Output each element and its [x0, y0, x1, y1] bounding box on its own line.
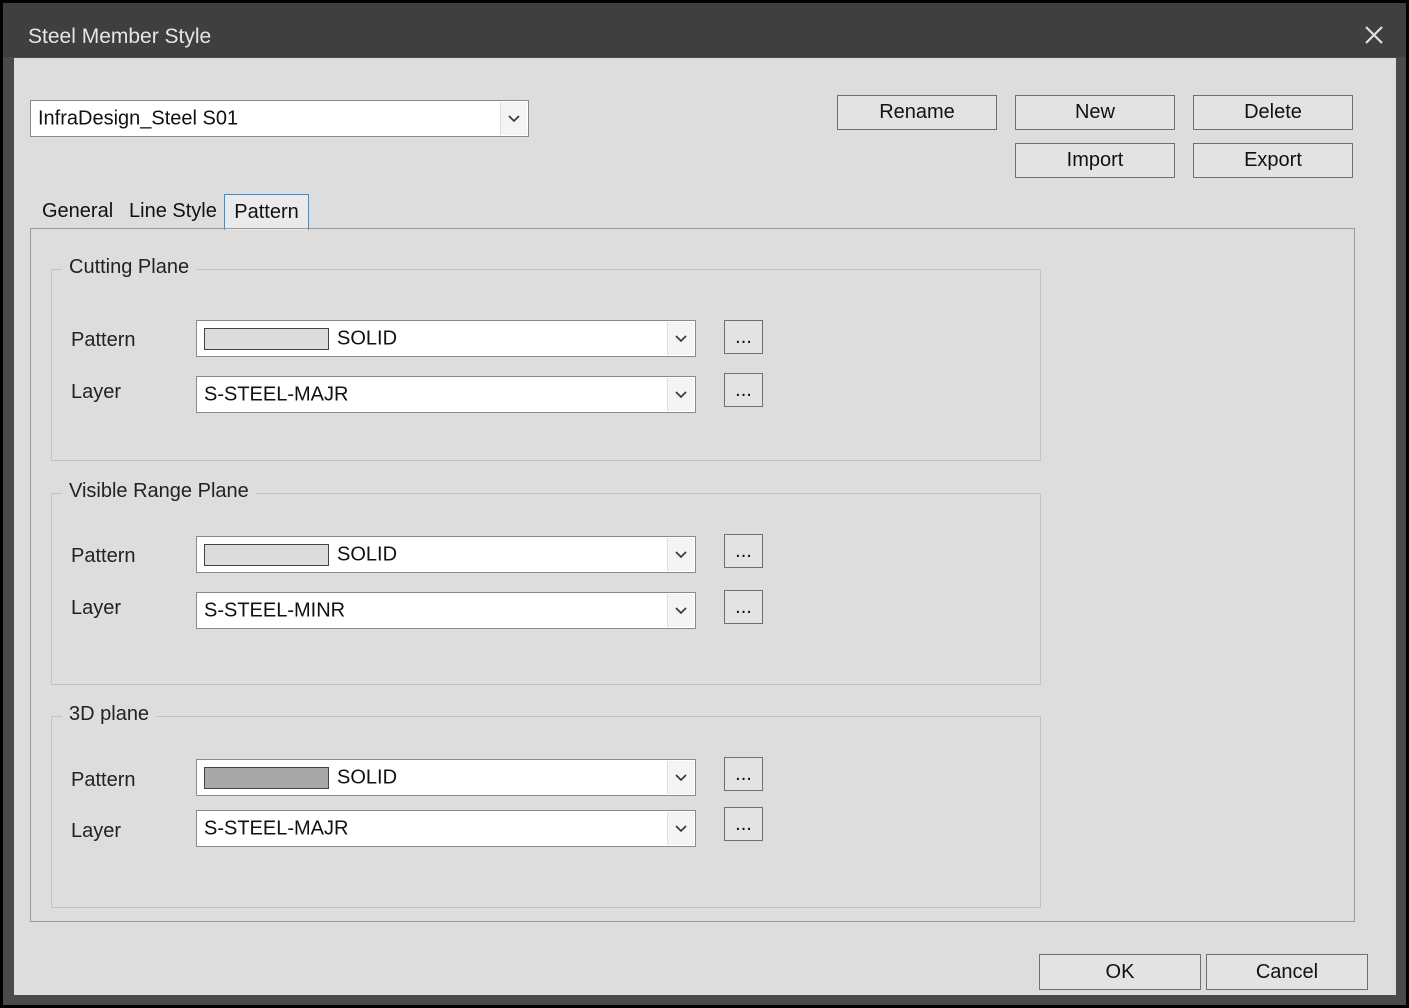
delete-button[interactable]: Delete: [1193, 95, 1353, 130]
close-icon[interactable]: [1362, 23, 1386, 47]
plane-3d-pattern-dropdown[interactable]: SOLID: [196, 759, 696, 796]
layer-label: Layer: [71, 597, 122, 619]
tab-general[interactable]: General: [42, 200, 113, 223]
cutting-plane-pattern-dropdown[interactable]: SOLID: [196, 320, 696, 357]
dropdown-arrow[interactable]: [667, 538, 694, 571]
pattern-value: SOLID: [337, 766, 398, 788]
tab-pattern[interactable]: Pattern: [224, 194, 309, 230]
group-title: Cutting Plane: [62, 256, 197, 279]
rename-button[interactable]: Rename: [837, 95, 997, 130]
visible-range-layer-dropdown[interactable]: S-STEEL-MINR: [196, 592, 696, 629]
new-button[interactable]: New: [1015, 95, 1175, 130]
chevron-down-icon: [675, 334, 687, 342]
layer-value: S-STEEL-MAJR: [204, 383, 349, 405]
visible-range-pattern-browse-button[interactable]: ...: [724, 534, 763, 568]
cancel-button[interactable]: Cancel: [1206, 954, 1368, 990]
steel-member-style-dialog: Steel Member Style InfraDesign_Steel S01…: [3, 3, 1406, 1005]
chevron-down-icon: [675, 390, 687, 398]
chevron-down-icon: [508, 114, 520, 122]
ok-button[interactable]: OK: [1039, 954, 1201, 990]
cutting-plane-pattern-browse-button[interactable]: ...: [724, 320, 763, 354]
chevron-down-icon: [675, 550, 687, 558]
layer-value: S-STEEL-MINR: [204, 599, 346, 621]
dialog-body: InfraDesign_Steel S01 Rename New Delete …: [14, 58, 1396, 995]
layer-label: Layer: [71, 381, 122, 403]
group-title: Visible Range Plane: [62, 480, 256, 503]
chevron-down-icon: [675, 606, 687, 614]
visible-range-plane-group: Visible Range Plane Pattern SOLID ... La…: [51, 480, 1041, 685]
layer-label: Layer: [71, 820, 122, 842]
pattern-swatch: [204, 327, 329, 350]
pattern-tab-panel: Cutting Plane Pattern SOLID ... Layer S-…: [30, 228, 1355, 922]
dropdown-arrow[interactable]: [667, 378, 694, 411]
plane-3d-pattern-browse-button[interactable]: ...: [724, 757, 763, 791]
plane-3d-layer-browse-button[interactable]: ...: [724, 807, 763, 841]
pattern-value: SOLID: [337, 543, 398, 565]
export-button[interactable]: Export: [1193, 143, 1353, 178]
plane-3d-group: 3D plane Pattern SOLID ... Layer S-STEEL…: [51, 703, 1041, 908]
group-title: 3D plane: [62, 703, 157, 726]
layer-value: S-STEEL-MAJR: [204, 817, 349, 839]
dropdown-arrow[interactable]: [500, 102, 527, 135]
plane-3d-layer-dropdown[interactable]: S-STEEL-MAJR: [196, 810, 696, 847]
import-button[interactable]: Import: [1015, 143, 1175, 178]
dropdown-arrow[interactable]: [667, 812, 694, 845]
pattern-label: Pattern: [71, 329, 136, 351]
cutting-plane-layer-dropdown[interactable]: S-STEEL-MAJR: [196, 376, 696, 413]
dropdown-arrow[interactable]: [667, 322, 694, 355]
visible-range-pattern-dropdown[interactable]: SOLID: [196, 536, 696, 573]
chevron-down-icon: [675, 824, 687, 832]
cutting-plane-group: Cutting Plane Pattern SOLID ... Layer S-…: [51, 256, 1041, 461]
dropdown-arrow[interactable]: [667, 594, 694, 627]
tab-line-style[interactable]: Line Style: [129, 200, 217, 223]
pattern-swatch: [204, 766, 329, 789]
dropdown-arrow[interactable]: [667, 761, 694, 794]
title-bar[interactable]: Steel Member Style: [3, 3, 1406, 57]
style-name-dropdown[interactable]: InfraDesign_Steel S01: [30, 100, 529, 137]
pattern-label: Pattern: [71, 769, 136, 791]
pattern-label: Pattern: [71, 545, 136, 567]
pattern-swatch: [204, 543, 329, 566]
visible-range-layer-browse-button[interactable]: ...: [724, 590, 763, 624]
chevron-down-icon: [675, 773, 687, 781]
style-name-value: InfraDesign_Steel S01: [38, 107, 239, 129]
window-title: Steel Member Style: [28, 25, 212, 48]
pattern-value: SOLID: [337, 327, 398, 349]
cutting-plane-layer-browse-button[interactable]: ...: [724, 373, 763, 407]
